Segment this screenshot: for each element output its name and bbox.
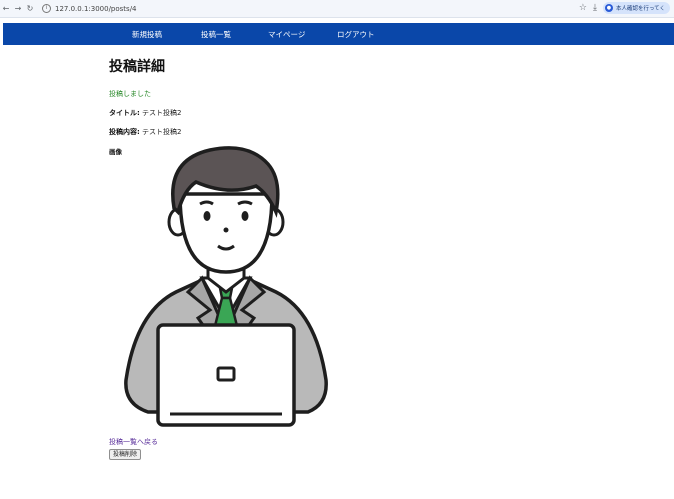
back-to-list-link[interactable]: 投稿一覧へ戻る [109,437,158,447]
bookmark-star-icon[interactable]: ☆ [579,3,587,13]
site-navbar: 新規投稿 投稿一覧 マイページ ログアウト [3,23,674,45]
info-icon[interactable]: i [42,4,51,13]
browser-toolbar: ← → ↻ i 127.0.0.1:3000/posts/4 ☆ ⤓ ● 本人確… [0,0,674,18]
page-title: 投稿詳細 [109,59,165,75]
post-title-label: タイトル: [109,109,140,117]
url-text: 127.0.0.1:3000/posts/4 [55,4,137,13]
nav-new-post[interactable]: 新規投稿 [132,29,162,40]
download-icon[interactable]: ⤓ [593,3,597,13]
back-arrow-icon[interactable]: ← [0,4,12,13]
post-title-row: タイトル: テスト投稿2 [109,108,182,118]
flash-message: 投稿しました [109,90,151,98]
post-content-value: テスト投稿2 [142,128,182,136]
profile-button[interactable]: ● 本人確認を行ってく [602,2,670,14]
post-content-row: 投稿内容: テスト投稿2 [109,127,182,137]
reload-icon[interactable]: ↻ [24,4,36,13]
profile-avatar-icon: ● [604,4,613,12]
delete-post-button[interactable]: 投稿削除 [109,449,142,460]
post-image [124,146,328,427]
post-title-value: テスト投稿2 [142,109,182,117]
nav-post-list[interactable]: 投稿一覧 [201,29,231,40]
forward-arrow-icon[interactable]: → [12,4,24,13]
address-bar[interactable]: i 127.0.0.1:3000/posts/4 [42,4,137,13]
post-content-label: 投稿内容: [109,128,140,136]
profile-label: 本人確認を行ってく [615,6,665,12]
nav-logout[interactable]: ログアウト [337,29,375,40]
nav-my-page[interactable]: マイページ [268,29,305,40]
